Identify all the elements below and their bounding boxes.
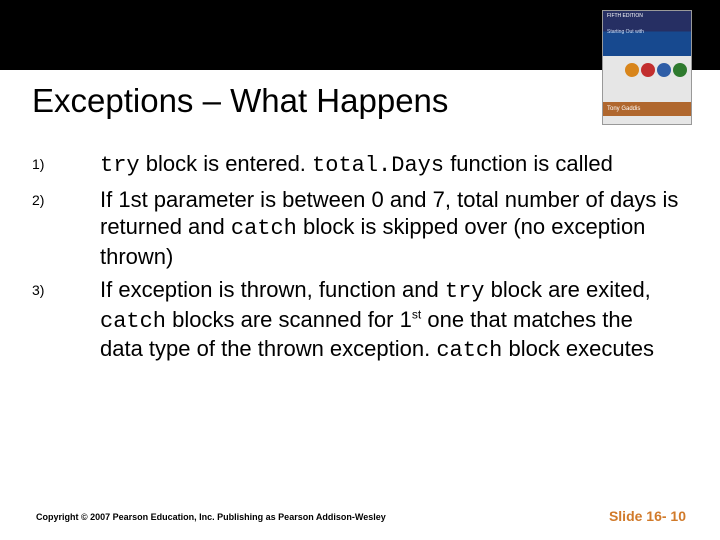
- billiard-balls-icon: [625, 63, 687, 77]
- copyright-text: Copyright © 2007 Pearson Education, Inc.…: [36, 512, 386, 522]
- item-number: 3): [32, 276, 100, 298]
- item-number: 1): [32, 150, 100, 172]
- book-edition: FIFTH EDITION: [607, 13, 643, 19]
- item-text: If 1st parameter is between 0 and 7, tot…: [100, 186, 680, 271]
- item-text: try block is entered. total.Days functio…: [100, 150, 613, 180]
- body-list: 1) try block is entered. total.Days func…: [32, 150, 680, 371]
- slide-container: FIFTH EDITION Starting Out with Tony Gad…: [0, 0, 720, 540]
- item-text: If exception is thrown, function and try…: [100, 276, 680, 365]
- list-item: 1) try block is entered. total.Days func…: [32, 150, 680, 180]
- book-cover-image: FIFTH EDITION Starting Out with Tony Gad…: [602, 10, 692, 125]
- book-author: Tony Gaddis: [603, 102, 691, 116]
- list-item: 3) If exception is thrown, function and …: [32, 276, 680, 365]
- slide-number: Slide 16- 10: [609, 508, 686, 524]
- book-subtitle: Starting Out with: [607, 29, 644, 35]
- item-number: 2): [32, 186, 100, 208]
- list-item: 2) If 1st parameter is between 0 and 7, …: [32, 186, 680, 271]
- page-title: Exceptions – What Happens: [32, 82, 448, 120]
